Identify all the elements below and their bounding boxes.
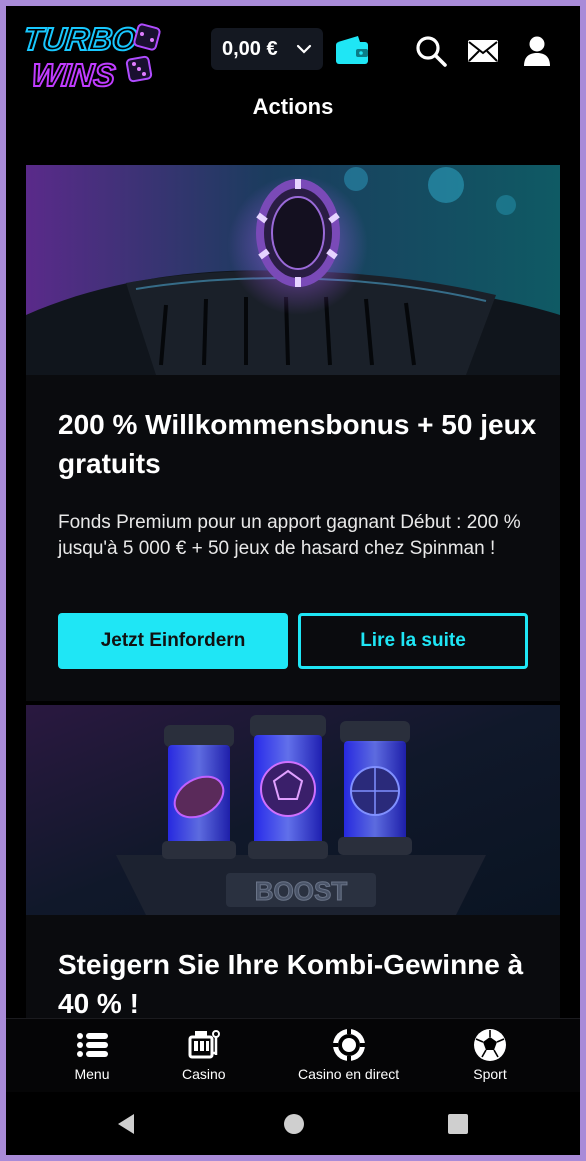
nav-label-casino: Casino <box>182 1066 226 1082</box>
nav-label-sport: Sport <box>473 1066 507 1082</box>
nav-item-sport[interactable]: Sport <box>472 1027 508 1082</box>
nav-label-menu: Menu <box>74 1066 110 1082</box>
search-icon[interactable] <box>414 34 448 68</box>
app-frame: TURBO WINS 0,00 € Actions 200 % Willkomm… <box>6 6 580 1155</box>
claim-button[interactable]: Jetzt Einfordern <box>58 613 288 669</box>
system-navigation-bar <box>6 1092 580 1155</box>
back-icon[interactable] <box>114 1112 138 1136</box>
bottom-navigation: Menu Casino Casino en direct Sport <box>6 1018 580 1092</box>
balance-value: 0,00 € <box>222 37 278 60</box>
slot-machine-icon <box>188 1030 220 1059</box>
read-more-button[interactable]: Lire la suite <box>298 613 528 669</box>
promo-image-boost-capsules[interactable]: BOOST <box>26 705 560 915</box>
nav-item-menu[interactable]: Menu <box>74 1027 110 1082</box>
nav-label-live-casino: Casino en direct <box>298 1066 400 1082</box>
recents-icon[interactable] <box>446 1112 470 1136</box>
promo-title: Steigern Sie Ihre Kombi-Gewinne à 40 % ! <box>58 949 524 1019</box>
menu-icon <box>77 1033 108 1057</box>
promo-image-casino-chip-car[interactable] <box>26 165 560 375</box>
mail-icon[interactable] <box>466 34 500 68</box>
nav-item-live-casino[interactable]: Casino en direct <box>298 1027 399 1082</box>
chevron-down-icon <box>296 44 312 54</box>
promo-card: BOOST Steigern Sie Ihre Kombi-Gewinne à … <box>26 705 560 1035</box>
header: TURBO WINS 0,00 € Actions <box>6 6 580 136</box>
nav-item-casino[interactable]: Casino <box>182 1027 226 1082</box>
logo-text-wins: WINS <box>30 57 118 93</box>
soccer-ball-icon <box>474 1029 506 1061</box>
wallet-icon[interactable] <box>334 34 370 66</box>
page-title: Actions <box>252 94 334 119</box>
boost-label: BOOST <box>255 876 348 906</box>
promo-description: Fonds Premium pour un apport gagnant Déb… <box>58 512 521 559</box>
home-icon[interactable] <box>282 1112 306 1136</box>
promo-title: 200 % Willkommensbonus + 50 jeux gratuit… <box>58 409 537 479</box>
chip-icon <box>332 1029 365 1061</box>
logo-text-turbo: TURBO <box>24 21 139 57</box>
promo-card: 200 % Willkommensbonus + 50 jeux gratuit… <box>26 165 560 701</box>
turbowins-logo[interactable]: TURBO WINS <box>24 14 164 94</box>
balance-dropdown[interactable]: 0,00 € <box>211 28 323 70</box>
user-icon[interactable] <box>520 34 554 68</box>
